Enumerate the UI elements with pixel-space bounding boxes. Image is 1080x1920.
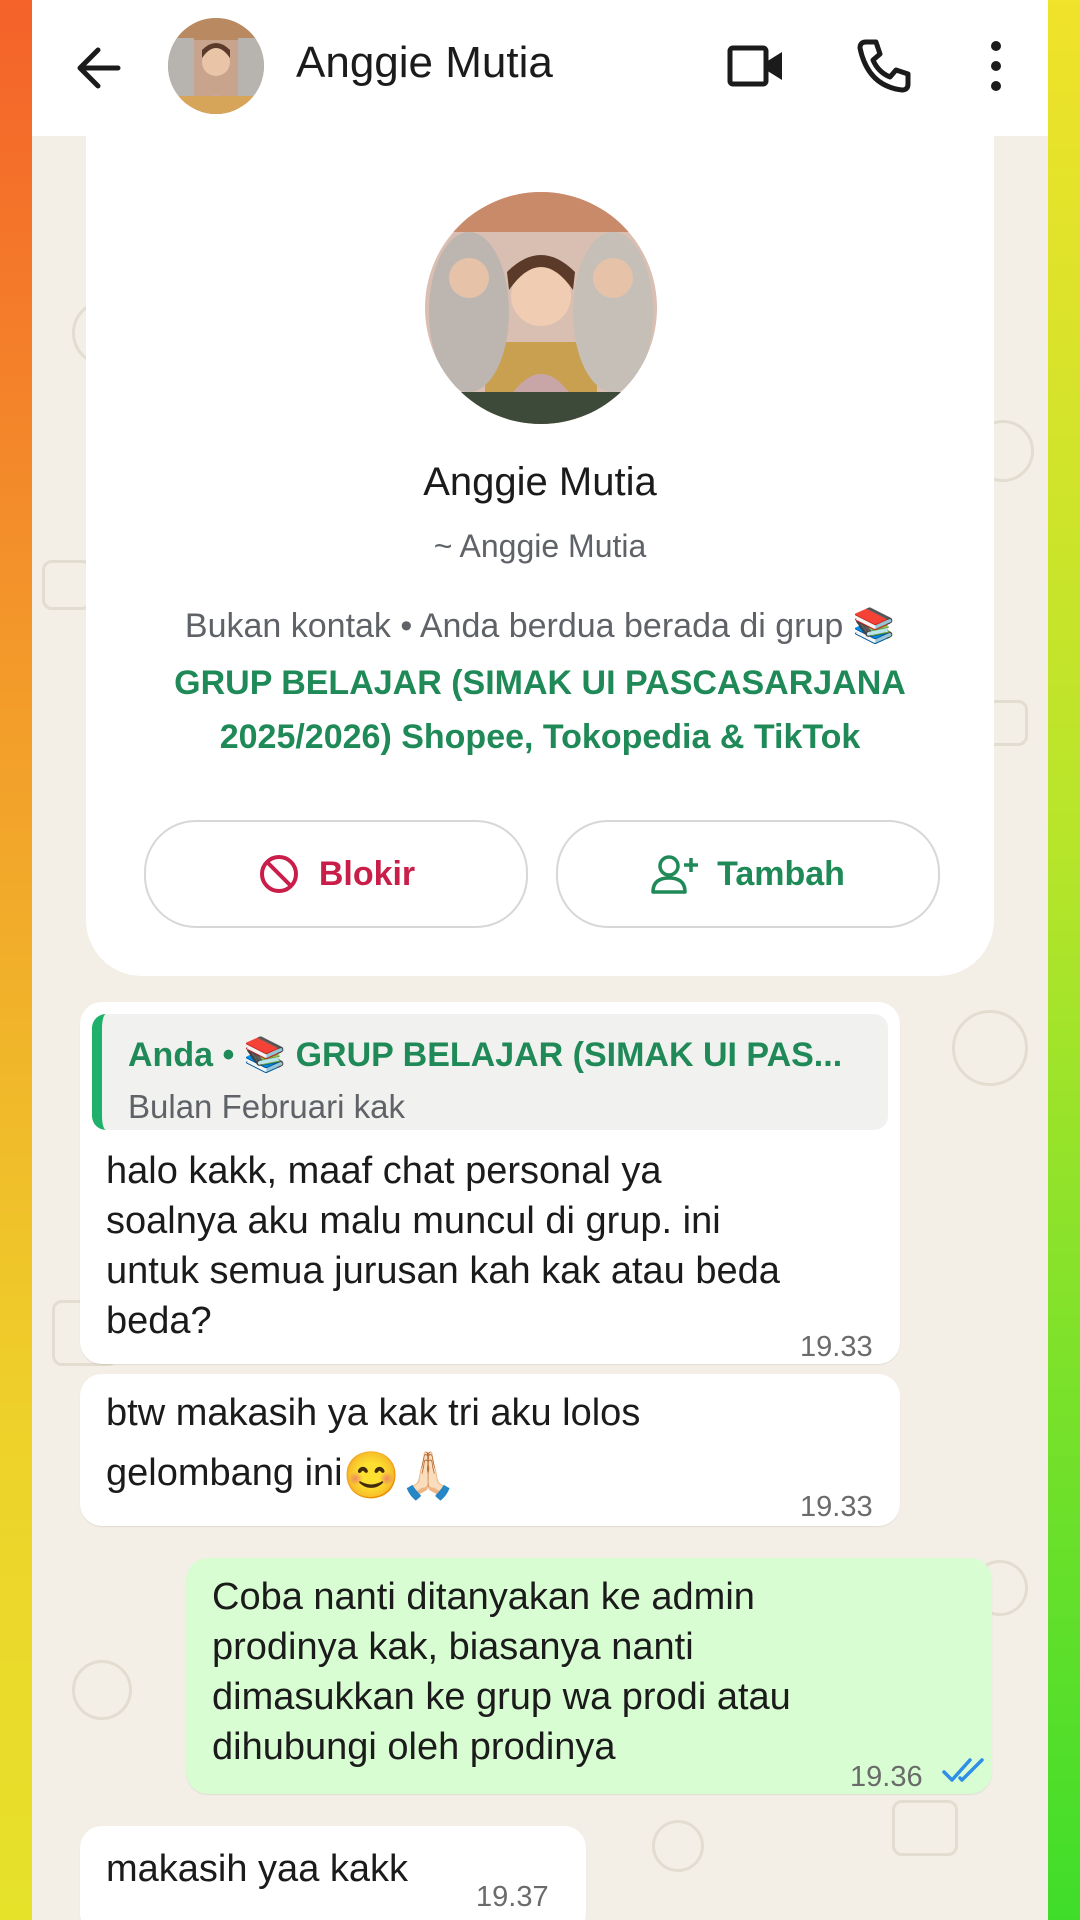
message-line: btw makasih ya kak tri aku lolos	[106, 1392, 641, 1434]
more-options-icon[interactable]	[964, 34, 1028, 98]
add-person-icon	[651, 855, 699, 894]
block-button[interactable]: Blokir	[144, 820, 528, 928]
message-line: Coba nanti ditanyakan ke admin	[212, 1576, 755, 1618]
add-contact-label: Tambah	[717, 854, 845, 893]
message-timestamp: 19.33	[800, 1491, 873, 1523]
message-timestamp: 19.33	[800, 1331, 873, 1363]
profile-name: Anggie Mutia	[423, 460, 657, 504]
message-line: dimasukkan ke grup wa prodi atau	[212, 1676, 791, 1718]
contact-avatar[interactable]	[168, 18, 264, 114]
group-name-line-2: 2025/2026) Shopee, Tokopedia & TikTok	[219, 718, 861, 756]
read-receipt-icon	[942, 1758, 984, 1782]
message-line: prodinya kak, biasanya nanti	[212, 1626, 694, 1668]
wallpaper-doodle	[892, 1800, 958, 1856]
wallpaper-doodle	[652, 1820, 704, 1872]
message-line: dihubungi oleh prodinya	[212, 1726, 616, 1768]
outgoing-message[interactable]: Coba nanti ditanyakan ke admin prodinya …	[186, 1558, 992, 1794]
message-timestamp: 19.37	[476, 1881, 549, 1913]
video-call-icon[interactable]	[724, 34, 788, 98]
block-icon	[259, 855, 298, 893]
contact-info-card: Anggie Mutia ~ Anggie Mutia Bukan kontak…	[86, 136, 994, 976]
group-name-line-1: GRUP BELAJAR (SIMAK UI PASCASARJANA	[174, 664, 906, 702]
quoted-message[interactable]: Anda • 📚 GRUP BELAJAR (SIMAK UI PAS... B…	[92, 1014, 888, 1130]
quoted-message-sender: Anda • 📚 GRUP BELAJAR (SIMAK UI PAS...	[128, 1036, 843, 1074]
quoted-message-text: Bulan Februari kak	[128, 1088, 405, 1125]
wallpaper-doodle	[42, 560, 92, 610]
message-text: btw makasih ya kak tri aku lolos gelomba…	[106, 1388, 640, 1500]
message-line: halo kakk, maaf chat personal ya	[106, 1150, 662, 1192]
chat-header: Anggie Mutia	[32, 0, 1048, 136]
profile-photo[interactable]	[425, 192, 657, 424]
wallpaper-doodle	[72, 1660, 132, 1720]
phone-call-icon[interactable]	[852, 34, 916, 98]
message-line: makasih yaa kakk	[106, 1848, 409, 1890]
block-button-label: Blokir	[318, 854, 416, 893]
common-group-link[interactable]: GRUP BELAJAR (SIMAK UI PASCASARJANA 2025…	[126, 656, 954, 764]
message-text: halo kakk, maaf chat personal ya soalnya…	[106, 1146, 780, 1346]
message-text: Coba nanti ditanyakan ke admin prodinya …	[212, 1572, 791, 1772]
message-text: makasih yaa kakk	[106, 1844, 408, 1894]
message-line: gelombang ini	[106, 1452, 343, 1494]
message-emoji: 😊🙏🏻	[342, 1448, 458, 1501]
incoming-message[interactable]: btw makasih ya kak tri aku lolos gelomba…	[80, 1374, 900, 1526]
profile-push-name: ~ Anggie Mutia	[433, 528, 647, 564]
contact-name[interactable]: Anggie Mutia	[296, 38, 553, 88]
message-timestamp: 19.36	[850, 1761, 923, 1793]
right-edge-decoration	[1048, 0, 1080, 1920]
chat-screen: Anggie Mutia Anggie Mutia ~ Anggie Mutia…	[32, 0, 1048, 1920]
add-contact-button[interactable]: Tambah	[556, 820, 940, 928]
incoming-message[interactable]: makasih yaa kakk 19.37	[80, 1826, 586, 1920]
message-line: untuk semua jurusan kah kak atau beda	[106, 1250, 780, 1292]
wallpaper-doodle	[952, 1010, 1028, 1086]
profile-common-group-info: Bukan kontak • Anda berdua berada di gru…	[184, 607, 896, 645]
back-arrow-icon[interactable]	[70, 38, 130, 98]
incoming-message[interactable]: Anda • 📚 GRUP BELAJAR (SIMAK UI PAS... B…	[80, 1002, 900, 1364]
message-line: beda?	[106, 1300, 212, 1342]
message-line: soalnya aku malu muncul di grup. ini	[106, 1200, 721, 1242]
